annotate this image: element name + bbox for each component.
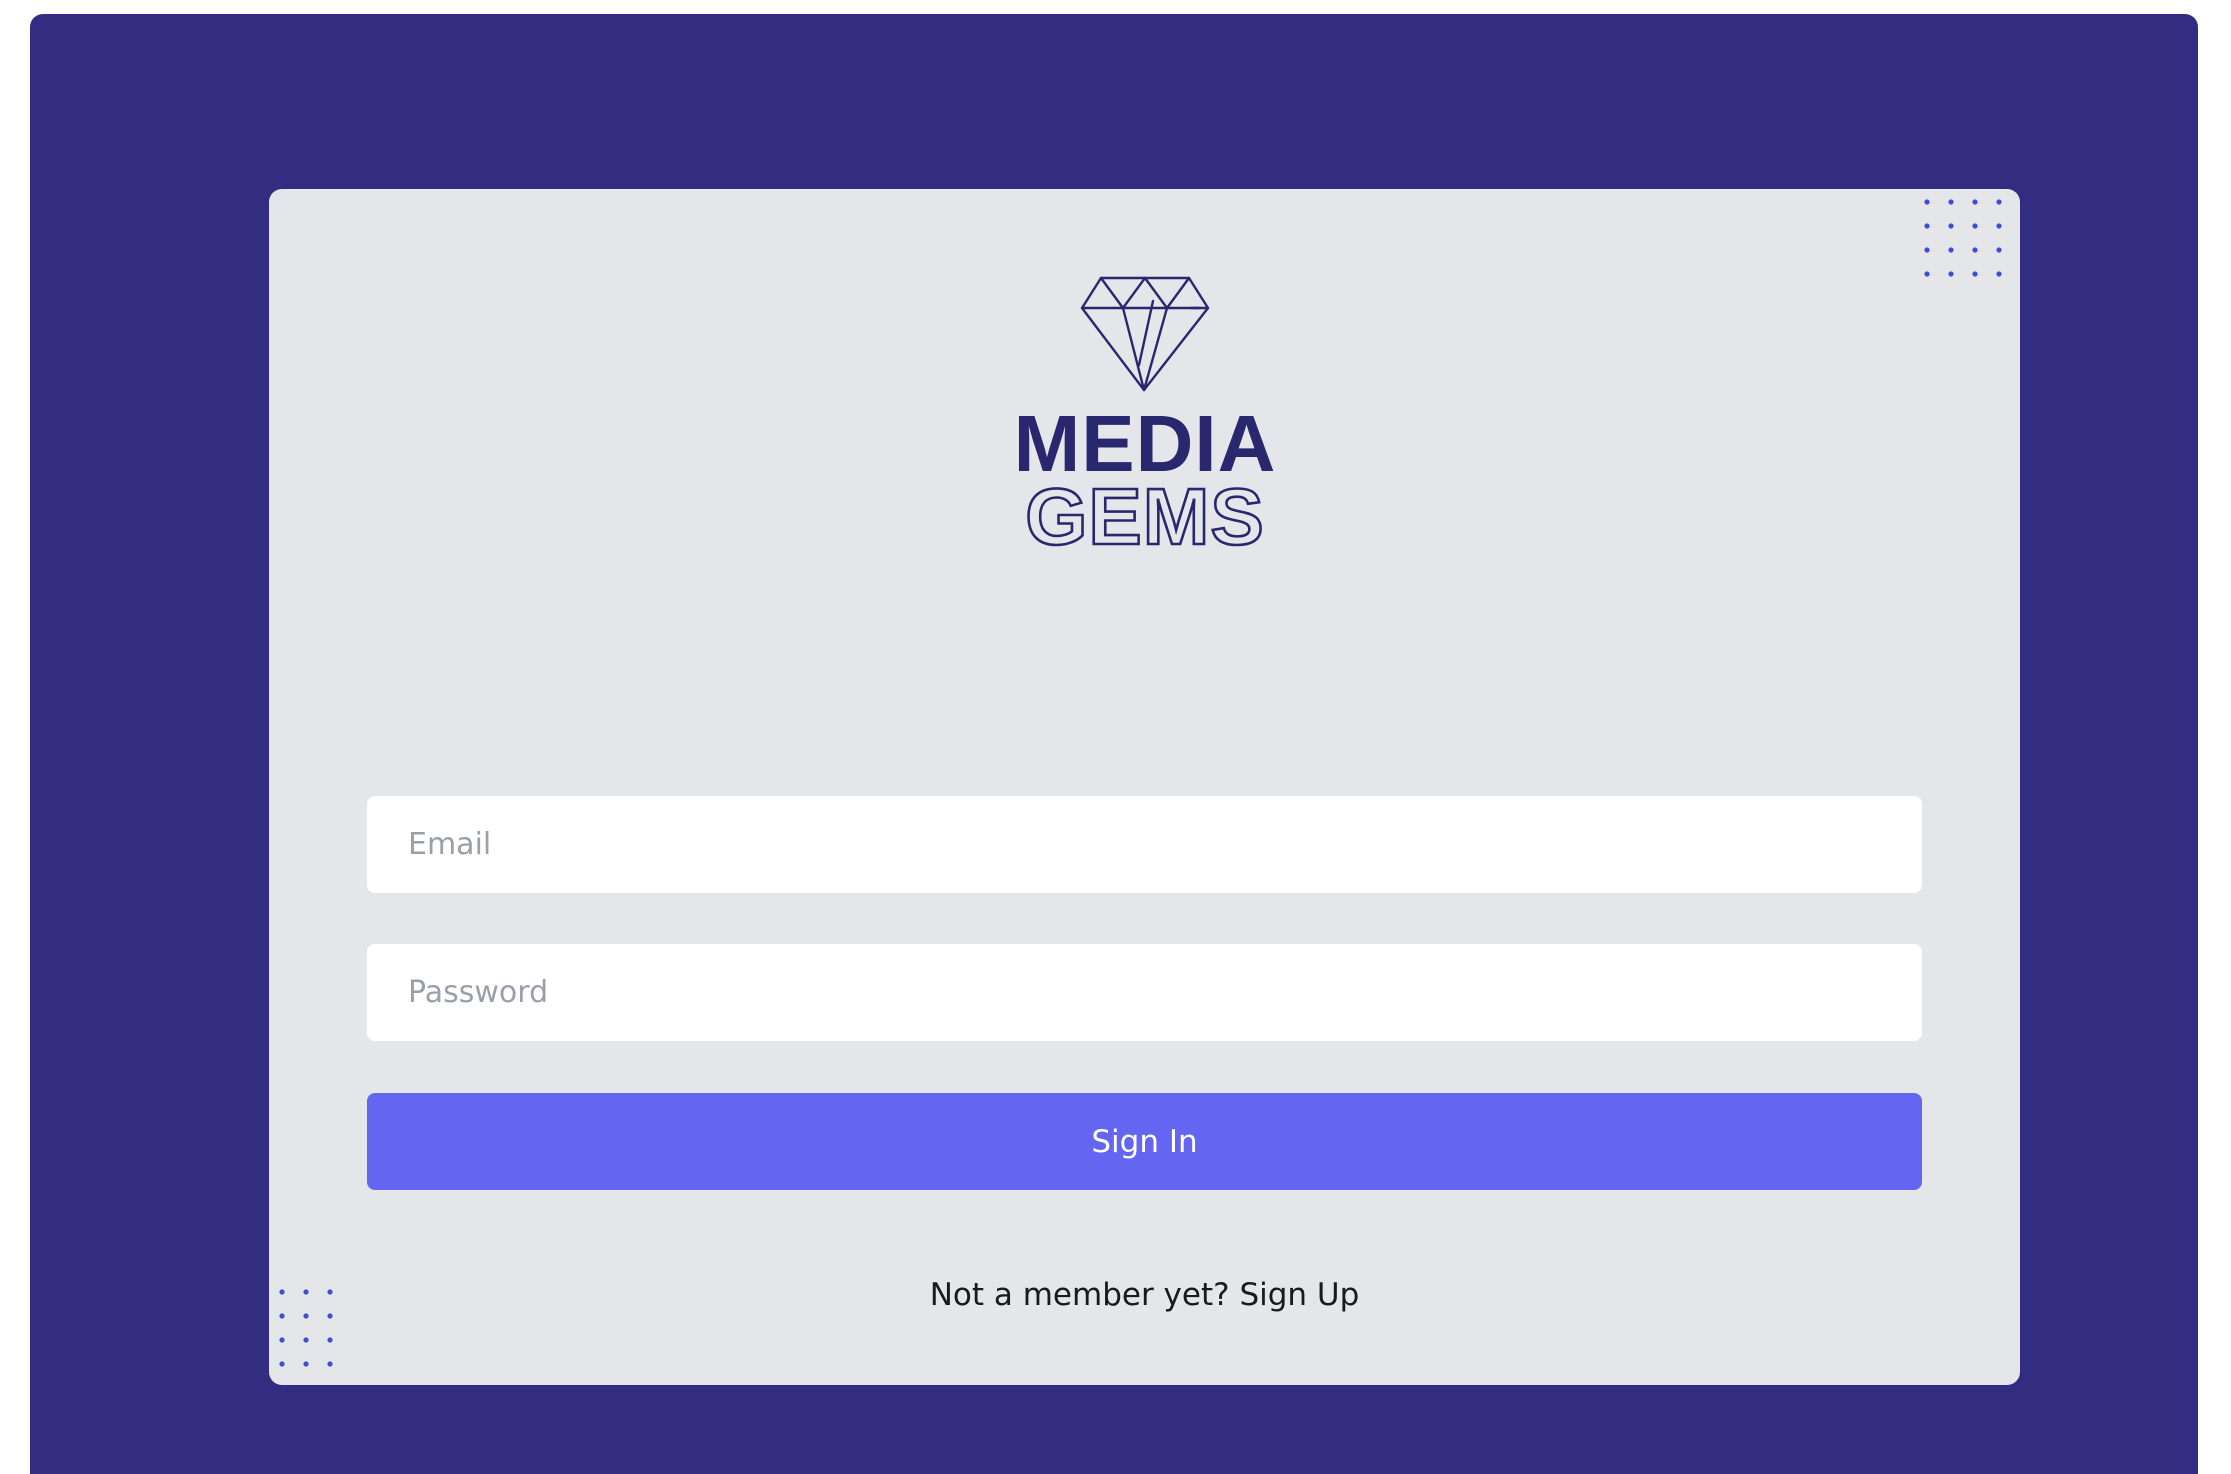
signup-prompt: Not a member yet? Sign Up [269, 1277, 2020, 1313]
login-card: MEDIA GEMS Sign In Not a member yet? Sig… [269, 189, 2020, 1385]
brand-line-2: GEMS [1025, 472, 1265, 551]
diamond-icon [1080, 276, 1209, 392]
brand-wordmark: MEDIA GEMS [1013, 401, 1275, 551]
sign-up-link[interactable]: Sign Up [1239, 1277, 1359, 1313]
sign-in-button[interactable]: Sign In [367, 1093, 1922, 1190]
dot-grid-decoration [1924, 199, 2002, 277]
signup-prompt-text: Not a member yet? [929, 1277, 1240, 1313]
password-field[interactable] [367, 944, 1922, 1041]
brand-logo: MEDIA GEMS [269, 275, 2020, 551]
page-background: MEDIA GEMS Sign In Not a member yet? Sig… [30, 14, 2198, 1474]
email-field[interactable] [367, 796, 1922, 893]
